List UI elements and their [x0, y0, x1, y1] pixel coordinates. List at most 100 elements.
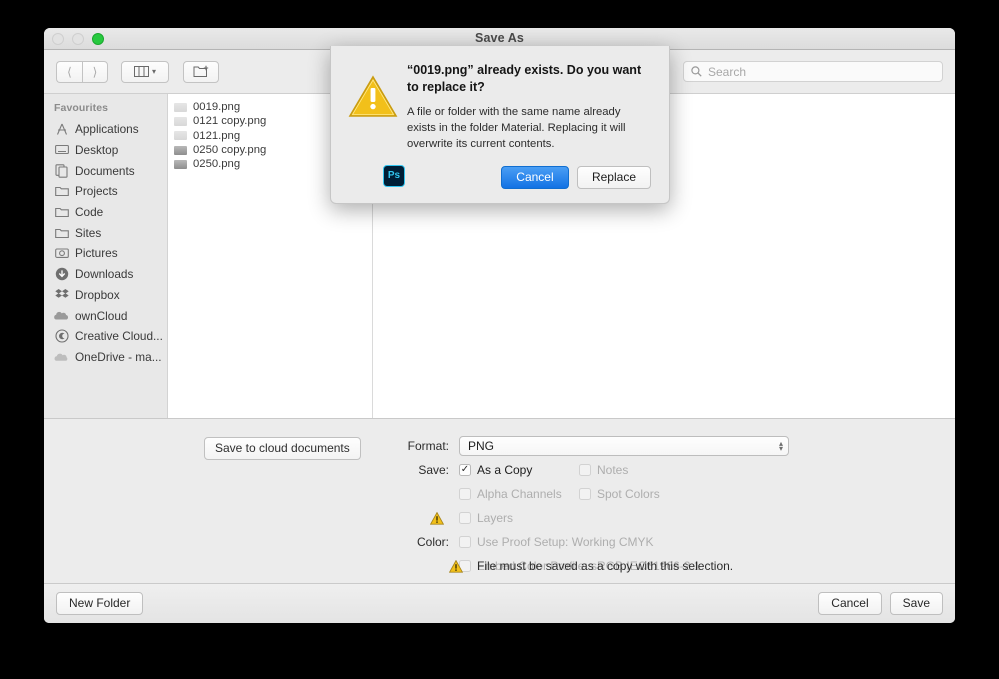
folder-icon — [54, 184, 69, 198]
sidebar-item-applications[interactable]: Applications — [44, 119, 167, 140]
new-folder-toolbar-button[interactable] — [183, 60, 219, 83]
sidebar-item-label: ownCloud — [75, 308, 128, 323]
file-name: 0250 copy.png — [193, 144, 267, 157]
sidebar-item-dropbox[interactable]: Dropbox — [44, 285, 167, 306]
warning-triangle-icon — [449, 559, 463, 573]
replace-confirmation-sheet: Ps “0019.png” already exists. Do you wan… — [330, 46, 670, 204]
view-mode-button[interactable]: ▾ — [121, 60, 169, 83]
new-folder-icon — [193, 65, 208, 77]
checkbox-box-icon — [459, 512, 471, 524]
sidebar-item-creative-cloud[interactable]: Creative Cloud... — [44, 326, 167, 347]
format-value: PNG — [468, 439, 495, 453]
sidebar-item-documents[interactable]: Documents — [44, 160, 167, 181]
new-folder-button[interactable]: New Folder — [56, 592, 144, 615]
save-row-2: Alpha Channels Spot Colors — [379, 487, 660, 501]
checkbox-label: Use Proof Setup: Working CMYK — [477, 535, 654, 549]
chevron-down-icon: ▾ — [151, 67, 156, 76]
sidebar-item-label: Applications — [75, 122, 139, 137]
layers-checkbox[interactable]: Layers — [459, 511, 513, 525]
spot-colors-checkbox[interactable]: Spot Colors — [579, 487, 660, 501]
save-warning-note: File must be saved as a copy with this s… — [449, 559, 733, 573]
alpha-channels-checkbox[interactable]: Alpha Channels — [459, 487, 579, 501]
format-select[interactable]: PNG ▴ ▾ — [459, 436, 789, 456]
checkbox-box-icon — [459, 488, 471, 500]
checkbox-box-icon — [579, 464, 591, 476]
save-button[interactable]: Save — [889, 592, 943, 615]
search-input[interactable]: Search — [683, 61, 943, 82]
chevron-right-icon: ⟩ — [92, 64, 98, 79]
forward-button[interactable]: ⟩ — [82, 60, 108, 83]
sidebar-item-label: Documents — [75, 163, 135, 178]
sidebar-section-header: Favourites — [54, 102, 109, 114]
checkbox-label: Spot Colors — [597, 487, 660, 501]
layers-row: Layers — [379, 511, 513, 525]
image-thumbnail-icon — [174, 159, 187, 169]
sidebar-item-sites[interactable]: Sites — [44, 222, 167, 243]
sidebar-item-owncloud[interactable]: ownCloud — [44, 305, 167, 326]
save-to-cloud-documents-button[interactable]: Save to cloud documents — [204, 437, 361, 460]
file-name: 0019.png — [193, 101, 241, 114]
file-name: 0121 copy.png — [193, 115, 267, 128]
image-thumbnail-icon — [174, 145, 187, 155]
column-view-icon — [133, 66, 149, 77]
format-row: Format: PNG ▴ ▾ — [379, 436, 789, 456]
notes-checkbox[interactable]: Notes — [579, 463, 628, 477]
color-label: Color: — [416, 535, 449, 549]
file-name: 0121.png — [193, 129, 241, 142]
back-button[interactable]: ⟨ — [56, 60, 82, 83]
dropbox-icon — [54, 288, 69, 302]
sidebar-item-onedrive[interactable]: OneDrive - ma... — [44, 347, 167, 368]
image-thumbnail-icon — [174, 131, 187, 141]
checkbox-label: As a Copy — [477, 463, 533, 477]
documents-icon — [54, 163, 69, 178]
folder-icon — [54, 226, 69, 240]
warning-triangle-photoshop-icon — [348, 75, 398, 117]
desktop-icon — [54, 143, 69, 157]
checkbox-box-icon — [579, 488, 591, 500]
chevron-left-icon: ⟨ — [67, 64, 72, 79]
sidebar-item-code[interactable]: Code — [44, 202, 167, 223]
search-placeholder: Search — [708, 64, 747, 79]
applications-icon — [54, 122, 69, 136]
warning-note-text: File must be saved as a copy with this s… — [477, 559, 734, 573]
sidebar-item-projects[interactable]: Projects — [44, 181, 167, 202]
cancel-button[interactable]: Cancel — [818, 592, 882, 615]
sidebar-item-label: Sites — [75, 225, 102, 240]
checkbox-label: Notes — [597, 463, 629, 477]
sheet-body: “0019.png” already exists. Do you want t… — [407, 62, 651, 189]
nav-segmented-control: ⟨ ⟩ — [56, 60, 108, 83]
color-row-1: Color: Use Proof Setup: Working CMYK — [379, 535, 654, 549]
sheet-title: “0019.png” already exists. Do you want t… — [407, 63, 642, 94]
sidebar-item-label: Creative Cloud... — [75, 329, 163, 344]
image-thumbnail-icon — [174, 116, 187, 126]
sheet-cancel-button[interactable]: Cancel — [500, 165, 569, 189]
save-options-panel: Save to cloud documents Format: PNG ▴ ▾ S… — [44, 418, 955, 583]
checkbox-label: Layers — [477, 511, 514, 525]
file-name: 0250.png — [193, 158, 241, 171]
creative-cloud-icon — [54, 329, 69, 343]
image-thumbnail-icon — [174, 102, 187, 112]
sheet-actions: Cancel Replace — [407, 165, 651, 189]
search-icon — [691, 66, 702, 77]
sheet-icon-area: Ps — [347, 62, 407, 189]
sidebar-item-label: Code — [75, 205, 104, 220]
sidebar: Favourites Applications Desktop Document… — [44, 94, 168, 418]
sidebar-item-label: OneDrive - ma... — [75, 349, 162, 364]
sidebar-item-label: Downloads — [75, 267, 134, 282]
folder-icon — [54, 205, 69, 219]
pictures-icon — [54, 246, 69, 260]
sheet-replace-button[interactable]: Replace — [576, 165, 651, 189]
use-proof-setup-checkbox[interactable]: Use Proof Setup: Working CMYK — [459, 535, 654, 549]
sidebar-item-pictures[interactable]: Pictures — [44, 243, 167, 264]
downloads-icon — [54, 267, 69, 281]
sidebar-item-label: Desktop — [75, 143, 119, 158]
sidebar-item-downloads[interactable]: Downloads — [44, 264, 167, 285]
stepper-icon: ▴ ▾ — [778, 439, 783, 453]
checkbox-box-icon — [459, 536, 471, 548]
as-a-copy-checkbox[interactable]: ✓ As a Copy — [459, 463, 579, 477]
save-row-1: Save: ✓ As a Copy Notes — [379, 463, 628, 477]
dialog-bottom-bar: New Folder Cancel Save — [44, 583, 955, 623]
sidebar-item-desktop[interactable]: Desktop — [44, 140, 167, 161]
sidebar-item-label: Pictures — [75, 246, 118, 261]
warning-triangle-icon — [430, 511, 444, 525]
